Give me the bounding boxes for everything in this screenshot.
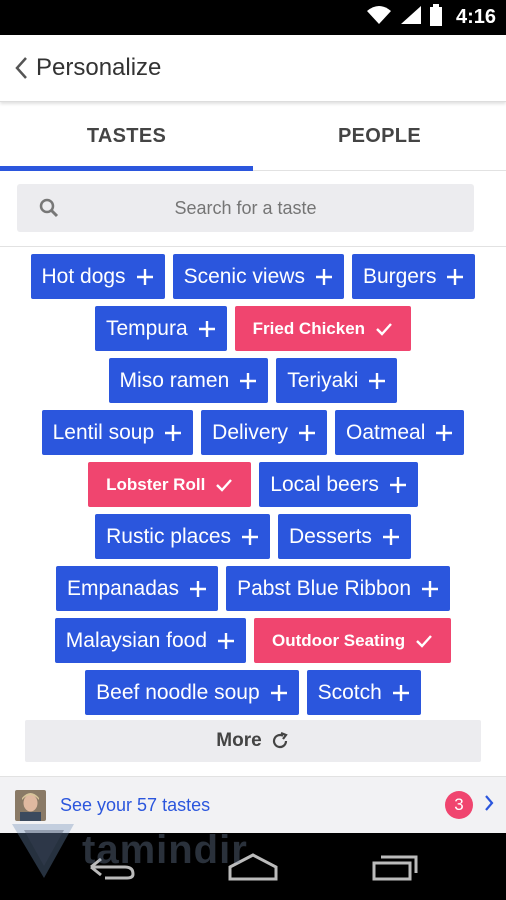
taste-tag[interactable]: Beef noodle soup [85,670,299,715]
tag-row: Malaysian food Outdoor Seating [0,618,506,663]
taste-tag[interactable]: Empanadas [55,566,219,611]
taste-tag-label: Empanadas [66,576,180,600]
back-nav-icon[interactable] [76,847,146,887]
taste-tag-label: Scotch [317,680,382,704]
taste-tag-selected[interactable]: Outdoor Seating [254,618,452,663]
divider [0,246,506,247]
plus-icon [392,684,410,702]
tag-row: Empanadas Pabst Blue Ribbon [0,566,506,611]
taste-tag[interactable]: Oatmeal [335,410,465,455]
see-tastes-link[interactable]: See your 57 tastes [60,795,210,816]
chevron-left-icon[interactable] [6,48,36,88]
taste-tag[interactable]: Hot dogs [30,254,165,299]
taste-tag-label: Delivery [212,420,289,444]
plus-icon [241,528,259,546]
tag-row: Lobster Roll Local beers [0,462,506,507]
plus-icon [435,424,453,442]
tab-tastes[interactable]: TASTES [0,103,253,171]
more-label: More [216,730,262,751]
plus-icon [270,684,288,702]
taste-tag[interactable]: Teriyaki [276,358,398,403]
home-nav-icon[interactable] [218,847,288,887]
check-icon [415,634,433,648]
taste-tag[interactable]: Local beers [259,462,418,507]
wifi-icon [366,5,392,30]
taste-tag[interactable]: Pabst Blue Ribbon [226,566,451,611]
search-input[interactable] [17,197,474,219]
taste-tag-label: Hot dogs [41,264,126,288]
refresh-icon [270,731,290,751]
taste-tag-label: Oatmeal [346,420,426,444]
tab-bar: TASTES PEOPLE [0,103,506,171]
tag-row: Rustic places Desserts [0,514,506,559]
search-bar [17,184,474,232]
taste-tag-label: Lentil soup [52,420,155,444]
top-app-bar: Personalize [0,35,506,102]
avatar [15,789,46,821]
plus-icon [421,580,439,598]
taste-tag[interactable]: Miso ramen [108,358,269,403]
page-title: Personalize [36,54,162,81]
taste-tag-label: Outdoor Seating [272,630,406,650]
taste-tag-cloud: Hot dogs Scenic views Burgers Tempura Fried … [0,254,506,722]
taste-tag-label: Burgers [362,264,437,288]
app-screen: 4:16 Personalize TASTES PEOPLE Hot dogs S… [0,0,506,900]
taste-tag[interactable]: Scotch [306,670,421,715]
plus-icon [239,372,257,390]
taste-tag-label: Teriyaki [287,368,359,392]
tag-row: Lentil soup Delivery Oatmeal [0,410,506,455]
tag-row: Beef noodle soup Scotch [0,670,506,715]
taste-tag-label: Lobster Roll [106,474,206,494]
taste-tag[interactable]: Desserts [278,514,411,559]
plus-icon [315,268,333,286]
battery-icon [429,4,442,31]
check-icon [215,478,233,492]
plus-icon [198,320,216,338]
taste-tag-label: Miso ramen [119,368,230,392]
status-time: 4:16 [455,6,496,28]
taste-tag-label: Scenic views [183,264,305,288]
taste-tag-label: Fried Chicken [252,318,366,338]
taste-tag-selected[interactable]: Lobster Roll [88,462,252,507]
plus-icon [446,268,464,286]
status-bar: 4:16 [0,0,506,35]
taste-tag-selected[interactable]: Fried Chicken [234,306,412,351]
system-nav-bar [0,833,506,900]
taste-tag[interactable]: Tempura [94,306,227,351]
plus-icon [389,476,407,494]
plus-icon [382,528,400,546]
tastes-summary-bar[interactable]: See your 57 tastes 3 [0,776,506,833]
taste-tag[interactable]: Rustic places [95,514,271,559]
taste-tag-label: Beef noodle soup [96,680,260,704]
taste-tag[interactable]: Burgers [351,254,476,299]
notification-badge: 3 [445,791,473,819]
plus-icon [164,424,182,442]
tag-row: Hot dogs Scenic views Burgers [0,254,506,299]
plus-icon [298,424,316,442]
taste-tag[interactable]: Malaysian food [54,618,247,663]
tag-row: Miso ramen Teriyaki [0,358,506,403]
signal-icon [400,5,422,30]
taste-tag-label: Tempura [105,316,188,340]
taste-tag-label: Local beers [270,472,379,496]
taste-tag[interactable]: Scenic views [172,254,344,299]
tag-row: Tempura Fried Chicken [0,306,506,351]
taste-tag-label: Desserts [289,524,372,548]
taste-tag-label: Pabst Blue Ribbon [237,576,412,600]
search-icon [39,198,59,223]
check-icon [375,322,393,336]
tab-people[interactable]: PEOPLE [253,103,506,170]
plus-icon [368,372,386,390]
taste-tag-label: Rustic places [106,524,232,548]
more-button[interactable]: More [25,720,481,762]
chevron-right-icon[interactable] [484,794,494,817]
plus-icon [136,268,154,286]
taste-tag[interactable]: Lentil soup [41,410,194,455]
plus-icon [189,580,207,598]
plus-icon [217,632,235,650]
taste-tag[interactable]: Delivery [201,410,328,455]
recents-nav-icon[interactable] [360,847,430,887]
taste-tag-label: Malaysian food [65,628,208,652]
